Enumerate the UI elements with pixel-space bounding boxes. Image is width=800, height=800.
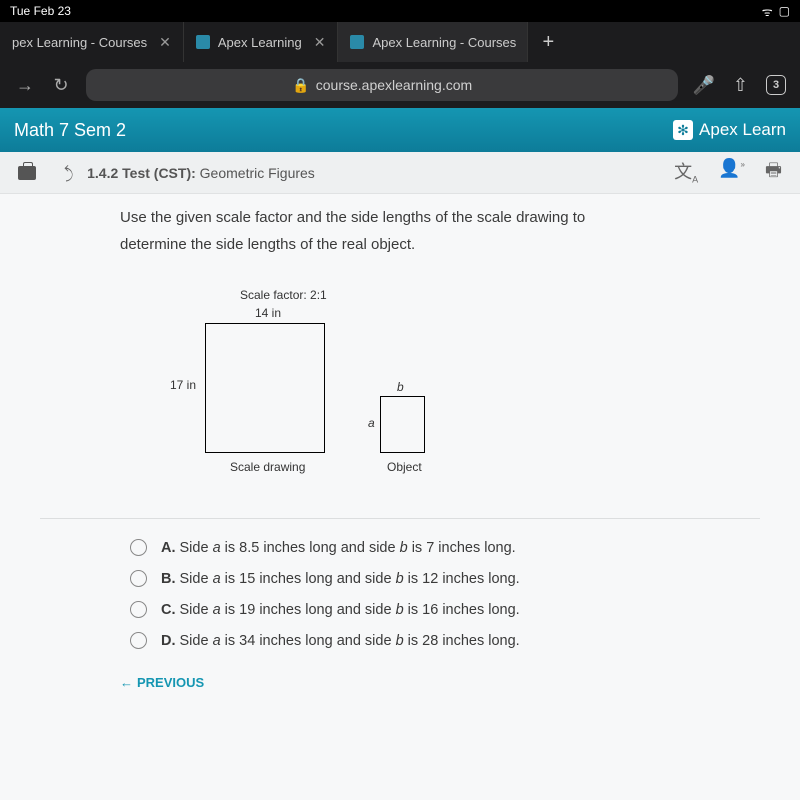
translate-icon[interactable]: 文A bbox=[674, 158, 698, 188]
previous-button[interactable]: ← PREVIOUS bbox=[120, 675, 760, 690]
crumb-title: Geometric Figures bbox=[200, 165, 315, 181]
divider bbox=[40, 518, 760, 519]
tabs-button[interactable]: 3 bbox=[766, 75, 786, 95]
reload-button[interactable]: ↻ bbox=[50, 75, 72, 96]
option-text: A.Side a is 8.5 inches long and side b i… bbox=[161, 540, 516, 556]
up-arrow-icon[interactable]: ⤺ bbox=[60, 164, 78, 181]
crumb-code: 1.4.2 bbox=[87, 165, 122, 181]
top-length-label: 14 in bbox=[255, 306, 281, 320]
page-content: Use the given scale factor and the side … bbox=[0, 194, 800, 800]
object-rect bbox=[380, 396, 425, 453]
option-d[interactable]: D.Side a is 34 inches long and side b is… bbox=[130, 632, 760, 649]
browser-tab-0[interactable]: pex Learning - Courses ✕ bbox=[0, 22, 184, 62]
option-a[interactable]: A.Side a is 8.5 inches long and side b i… bbox=[130, 539, 760, 556]
b-label: b bbox=[397, 380, 404, 394]
course-title: Math 7 Sem 2 bbox=[14, 120, 126, 141]
arrow-left-icon: ← bbox=[120, 675, 133, 690]
brand: Apex Learn bbox=[673, 120, 786, 140]
url-text: course.apexlearning.com bbox=[316, 77, 472, 93]
option-text: B.Side a is 15 inches long and side b is… bbox=[161, 571, 520, 587]
radio-icon[interactable] bbox=[130, 601, 147, 618]
read-aloud-icon[interactable]: 👤» bbox=[718, 158, 745, 188]
browser-toolbar: → ↻ 🔒 course.apexlearning.com 🎤 ⇧ 3 bbox=[0, 62, 800, 108]
favicon-icon bbox=[350, 35, 364, 49]
side-length-label: 17 in bbox=[170, 378, 196, 392]
mic-icon[interactable]: 🎤 bbox=[692, 75, 714, 96]
status-time: Tue Feb 23 bbox=[10, 4, 71, 18]
option-text: C.Side a is 19 inches long and side b is… bbox=[161, 602, 520, 618]
scale-drawing-caption: Scale drawing bbox=[230, 460, 305, 474]
forward-button[interactable]: → bbox=[14, 75, 36, 96]
option-c[interactable]: C.Side a is 19 inches long and side b is… bbox=[130, 601, 760, 618]
browser-tab-strip: pex Learning - Courses ✕ Apex Learning ✕… bbox=[0, 22, 800, 62]
browser-tab-1[interactable]: Apex Learning ✕ bbox=[184, 22, 339, 62]
a-label: a bbox=[368, 416, 375, 430]
answer-options: A.Side a is 8.5 inches long and side b i… bbox=[130, 539, 760, 649]
battery-icon: ▢ bbox=[779, 4, 790, 18]
brand-icon bbox=[673, 120, 693, 140]
close-icon[interactable]: ✕ bbox=[314, 34, 326, 51]
wifi-icon: ᯤ bbox=[762, 3, 773, 20]
tab-label: Apex Learning bbox=[218, 35, 302, 50]
tab-label: pex Learning - Courses bbox=[12, 35, 147, 50]
tab-label: Apex Learning - Courses bbox=[372, 35, 516, 50]
option-b[interactable]: B.Side a is 15 inches long and side b is… bbox=[130, 570, 760, 587]
new-tab-button[interactable]: + bbox=[528, 31, 568, 54]
radio-icon[interactable] bbox=[130, 632, 147, 649]
ipad-status-bar: Tue Feb 23 ᯤ ▢ bbox=[0, 0, 800, 22]
briefcase-icon[interactable] bbox=[18, 166, 36, 180]
option-text: D.Side a is 34 inches long and side b is… bbox=[161, 633, 520, 649]
print-icon[interactable]: 🖶 bbox=[765, 158, 782, 188]
breadcrumb: ⤺ 1.4.2 Test (CST): Geometric Figures 文A… bbox=[0, 152, 800, 194]
brand-text: Apex Learn bbox=[699, 120, 786, 140]
radio-icon[interactable] bbox=[130, 539, 147, 556]
question-prompt: Use the given scale factor and the side … bbox=[120, 204, 760, 258]
crumb-kind: Test (CST): bbox=[122, 165, 200, 181]
browser-tab-2[interactable]: Apex Learning - Courses ✕ bbox=[338, 22, 528, 62]
favicon-icon bbox=[196, 35, 210, 49]
course-header: Math 7 Sem 2 Apex Learn bbox=[0, 108, 800, 152]
radio-icon[interactable] bbox=[130, 570, 147, 587]
close-icon[interactable]: ✕ bbox=[159, 34, 171, 51]
object-caption: Object bbox=[387, 460, 422, 474]
share-icon[interactable]: ⇧ bbox=[733, 75, 748, 96]
figure: Scale factor: 2:1 14 in 17 in b a Scale … bbox=[140, 288, 480, 488]
lock-icon: 🔒 bbox=[292, 77, 309, 94]
status-right: ᯤ ▢ bbox=[762, 3, 790, 20]
scale-drawing-rect bbox=[205, 323, 325, 453]
address-bar[interactable]: 🔒 course.apexlearning.com bbox=[86, 69, 678, 101]
scale-factor-label: Scale factor: 2:1 bbox=[240, 288, 327, 302]
